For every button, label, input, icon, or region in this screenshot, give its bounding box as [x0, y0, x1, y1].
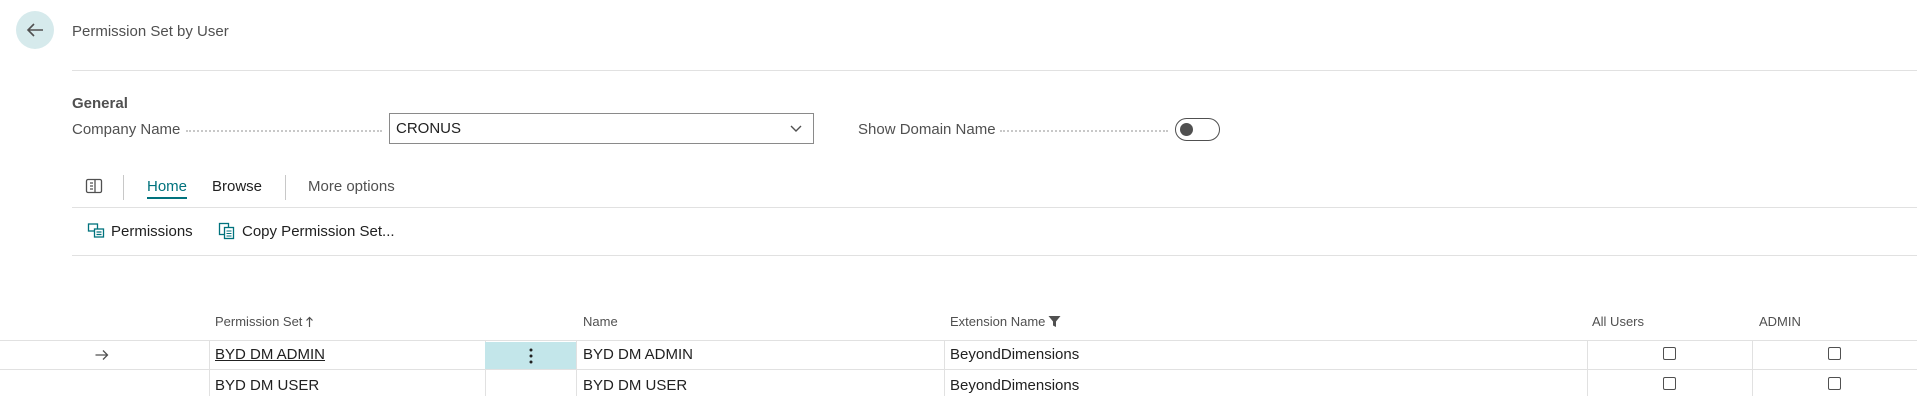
show-domain-name-leader — [1000, 130, 1168, 132]
column-header-extension-name[interactable]: Extension Name — [950, 314, 1061, 329]
tab-separator — [123, 175, 124, 200]
sort-ascending-icon — [306, 316, 314, 327]
chevron-down-icon — [790, 125, 802, 132]
tab-home[interactable]: Home — [147, 178, 188, 199]
permission-set-link[interactable]: BYD DM ADMIN — [215, 346, 325, 363]
copy-icon — [218, 222, 235, 240]
tabbar-divider — [72, 207, 1917, 208]
name-cell: BYD DM USER — [583, 377, 688, 394]
table-row-divider — [0, 369, 1917, 370]
column-divider — [1587, 340, 1588, 396]
show-domain-name-toggle[interactable] — [1175, 118, 1220, 141]
admin-checkbox[interactable] — [1828, 377, 1841, 390]
extension-name-cell: BeyondDimensions — [950, 346, 1080, 363]
vertical-ellipsis-icon — [529, 348, 532, 363]
tab-browse[interactable]: Browse — [212, 178, 262, 195]
permissions-label: Permissions — [111, 222, 193, 240]
column-divider — [1752, 340, 1753, 396]
all-users-checkbox[interactable] — [1663, 377, 1676, 390]
copy-permission-set-label: Copy Permission Set... — [242, 222, 395, 240]
actions-divider — [72, 255, 1917, 256]
extension-name-cell: BeyondDimensions — [950, 377, 1080, 394]
back-button[interactable] — [16, 11, 54, 49]
admin-checkbox[interactable] — [1828, 347, 1841, 360]
company-name-label: Company Name — [72, 121, 181, 138]
column-divider — [576, 340, 577, 396]
tab-separator — [285, 175, 286, 200]
permission-set-header-label: Permission Set — [215, 314, 303, 329]
show-domain-name-label: Show Domain Name — [858, 121, 996, 138]
permission-set-cell[interactable]: BYD DM USER — [215, 377, 319, 394]
all-users-checkbox[interactable] — [1663, 347, 1676, 360]
permissions-button[interactable]: Permissions — [87, 222, 193, 240]
column-divider — [944, 340, 945, 396]
company-name-value: CRONUS — [396, 120, 462, 137]
permissions-icon — [87, 223, 105, 238]
toggle-knob — [1180, 123, 1193, 136]
extension-name-header-label: Extension Name — [950, 314, 1046, 329]
column-header-name[interactable]: Name — [583, 314, 618, 329]
filter-icon — [1048, 316, 1061, 327]
current-row-arrow-icon — [95, 350, 109, 360]
show-factbox-icon[interactable] — [85, 177, 103, 195]
table-header-divider — [0, 340, 1917, 341]
company-name-leader — [186, 130, 382, 132]
arrow-left-icon — [26, 23, 43, 37]
column-header-all-users[interactable]: All Users — [1592, 314, 1644, 329]
admin-header-label: ADMIN — [1759, 314, 1801, 329]
header-divider — [72, 70, 1917, 71]
all-users-header-label: All Users — [1592, 314, 1645, 329]
general-section-title: General — [72, 95, 128, 112]
copy-permission-set-button[interactable]: Copy Permission Set... — [218, 222, 395, 240]
company-name-select[interactable]: CRONUS — [389, 113, 814, 144]
column-divider — [209, 340, 210, 396]
tab-more-options[interactable]: More options — [308, 178, 395, 195]
name-cell: BYD DM ADMIN — [583, 346, 694, 363]
row-actions-menu-button[interactable] — [485, 342, 576, 369]
name-header-label: Name — [583, 314, 618, 329]
column-header-admin[interactable]: ADMIN — [1759, 314, 1801, 329]
column-header-permission-set[interactable]: Permission Set — [215, 314, 314, 329]
page-title: Permission Set by User — [72, 23, 229, 40]
